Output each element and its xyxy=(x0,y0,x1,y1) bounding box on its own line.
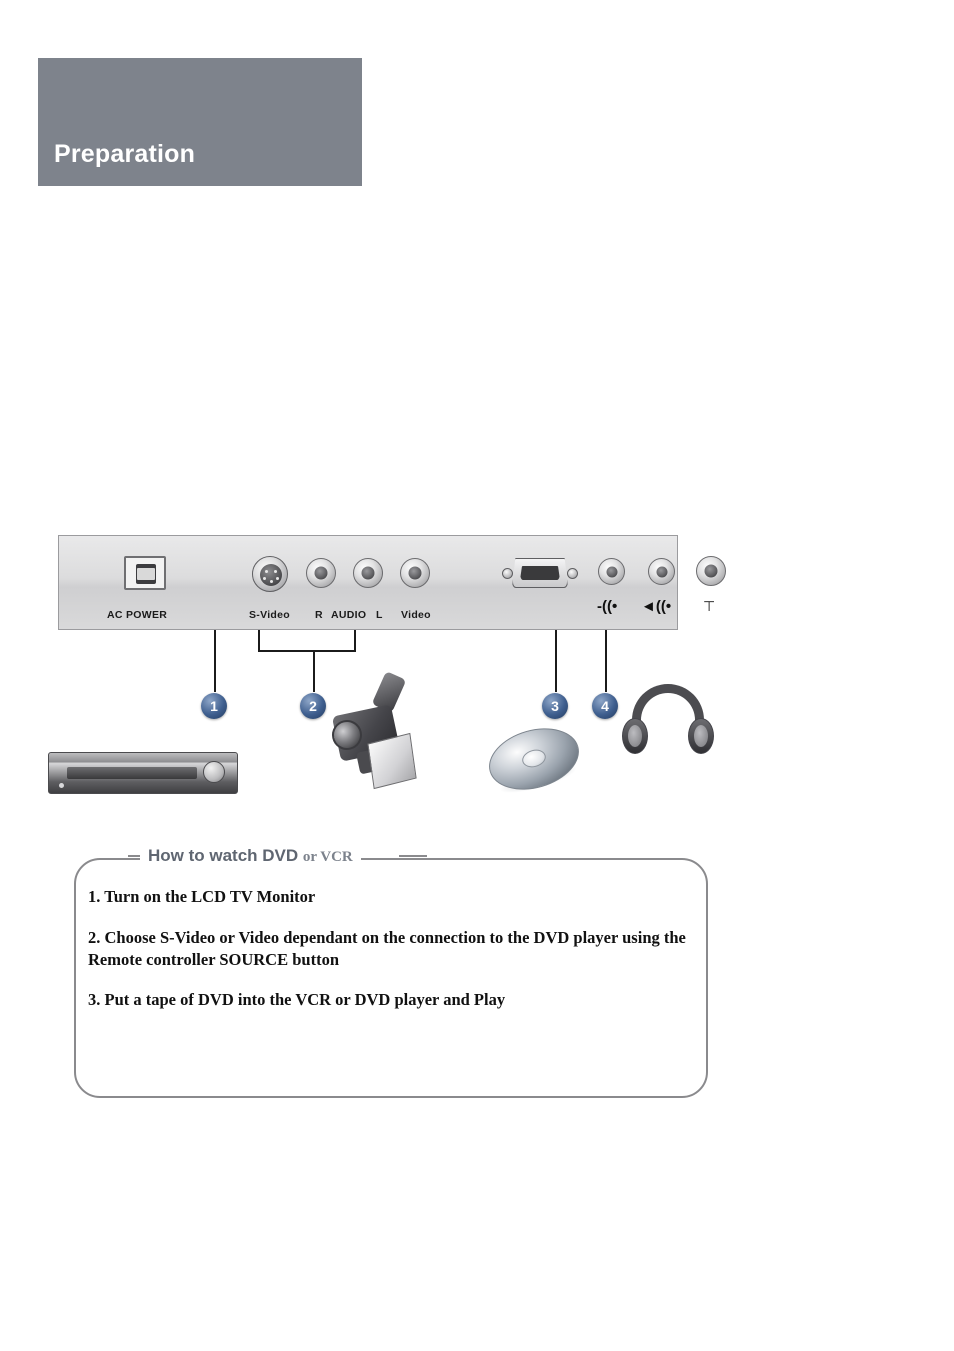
rca-jack-audio-r xyxy=(306,558,336,588)
leader-line-1 xyxy=(214,630,216,692)
howto-step-1: 1. Turn on the LCD TV Monitor xyxy=(88,887,316,906)
howto-step-2: 2. Choose S-Video or Video dependant on … xyxy=(88,927,686,969)
callout-bullet-2: 2 xyxy=(300,693,326,719)
leader-line-3 xyxy=(555,630,557,692)
rca-jack-video xyxy=(400,558,430,588)
vga-port xyxy=(502,558,578,588)
label-audio-l: L xyxy=(376,609,383,621)
callout-bullet-1: 1 xyxy=(201,693,227,719)
speaker-out-icon: ◄((• xyxy=(641,598,672,615)
vcr-illustration xyxy=(48,752,238,794)
audio-out-jack xyxy=(648,558,675,585)
headphone-jack-icon: ⊤ xyxy=(703,598,716,614)
label-audio: AUDIO xyxy=(331,609,367,621)
leader-line-2 xyxy=(313,651,315,692)
camcorder-illustration xyxy=(329,668,434,792)
vga-screw-right-icon xyxy=(567,568,578,579)
ac-power-inlet xyxy=(124,556,166,590)
audio-video-group-bracket xyxy=(258,630,356,652)
howto-title-rule-left xyxy=(128,855,140,857)
howto-title: How to watch DVD or VCR xyxy=(140,846,361,866)
rca-jack-audio-l xyxy=(353,558,383,588)
dvd-disc-illustration xyxy=(481,718,587,800)
label-audio-r: R xyxy=(315,609,323,621)
s-video-jack xyxy=(252,556,288,592)
howto-title-rule-right xyxy=(399,855,427,857)
vga-screw-left-icon xyxy=(502,568,513,579)
leader-line-4 xyxy=(605,630,607,692)
audio-in-jack xyxy=(598,558,625,585)
s-video-pins-icon xyxy=(260,564,282,586)
rear-connector-panel: AC POWER S-Video R AUDIO L Video ‑((• ◄(… xyxy=(58,535,726,630)
speaker-in-icon: ‑((• xyxy=(597,598,618,615)
headphone-jack xyxy=(696,556,726,586)
callout-bullet-4: 4 xyxy=(592,693,618,719)
callout-bullet-3: 3 xyxy=(542,693,568,719)
vga-pins-icon xyxy=(520,566,560,580)
headphones-illustration xyxy=(622,684,714,756)
label-s-video: S-Video xyxy=(249,609,290,621)
label-video: Video xyxy=(401,609,431,621)
page-title: Preparation xyxy=(54,140,196,168)
label-ac-power: AC POWER xyxy=(107,609,168,621)
howto-step-list: 1. Turn on the LCD TV Monitor 2. Choose … xyxy=(88,886,688,1030)
howto-step-3: 3. Put a tape of DVD into the VCR or DVD… xyxy=(88,990,506,1010)
howto-title-main: How to watch DVD xyxy=(148,846,299,865)
howto-title-sub: or VCR xyxy=(302,849,353,865)
